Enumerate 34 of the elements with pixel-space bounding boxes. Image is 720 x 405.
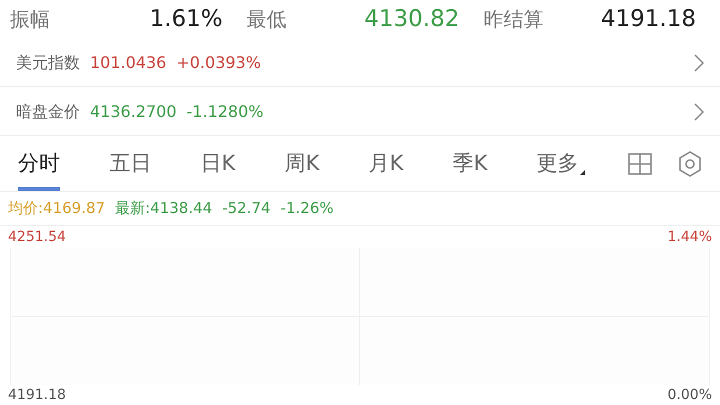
- quote-price: 101.0436: [90, 52, 166, 74]
- dropdown-triangle-icon: [580, 170, 585, 175]
- chart-tab[interactable]: 季K: [452, 136, 488, 191]
- axis-label: 4191.18: [8, 386, 66, 404]
- axis-label: 4251.54: [8, 228, 66, 246]
- chart-tab[interactable]: 日K: [200, 136, 236, 191]
- axis-label: 1.44%: [668, 228, 712, 246]
- percent-change: -1.26%: [280, 198, 334, 220]
- stat-label: 最低: [246, 6, 287, 33]
- price-change: -52.74: [222, 198, 271, 220]
- chevron-right-icon: [694, 54, 704, 72]
- quote-name: 美元指数: [16, 52, 80, 74]
- stat-value: 4191.18: [600, 4, 696, 34]
- latest-price: 最新:4138.44: [115, 198, 212, 220]
- chart-tab[interactable]: 分时: [18, 136, 60, 191]
- chart-tab[interactable]: 五日: [109, 136, 152, 191]
- stat-value: 4130.82: [364, 4, 460, 34]
- chart-tab[interactable]: 周K: [284, 136, 320, 191]
- stat-value: 1.61%: [150, 4, 223, 34]
- quote-change: -1.1280%: [186, 100, 264, 122]
- grid-icon[interactable]: [628, 152, 652, 174]
- average-price: 均价:4169.87: [8, 198, 106, 220]
- quote-row[interactable]: 美元指数 101.0436 +0.0393%: [0, 39, 720, 87]
- chart-tab[interactable]: 月K: [368, 136, 404, 191]
- chart-tab[interactable]: 更多: [536, 136, 579, 191]
- quote-price: 4136.2700: [90, 100, 177, 122]
- settings-icon[interactable]: [678, 150, 702, 176]
- stat-label: 振幅: [10, 6, 50, 33]
- chevron-right-icon: [694, 102, 704, 120]
- quote-name: 暗盘金价: [16, 100, 80, 122]
- stat-label: 昨结算: [483, 6, 544, 33]
- quote-change: +0.0393%: [176, 52, 261, 74]
- axis-label: 0.00%: [668, 386, 712, 404]
- quote-row[interactable]: 暗盘金价 4136.2700 -1.1280%: [0, 88, 720, 136]
